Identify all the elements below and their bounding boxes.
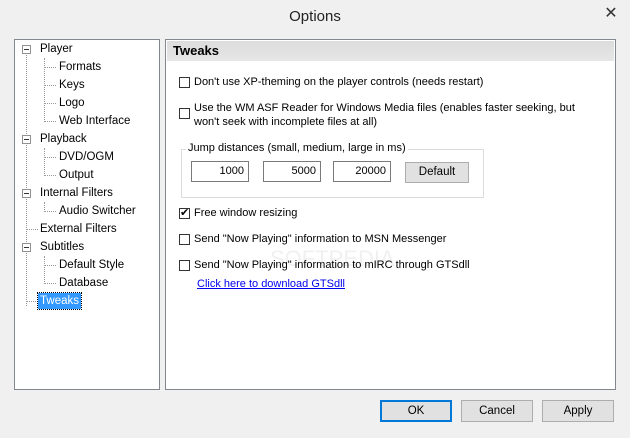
free-resize-checkbox[interactable] — [179, 206, 190, 219]
tree-line — [44, 211, 56, 212]
tree-line — [26, 229, 38, 230]
xp-theming-checkbox[interactable] — [179, 77, 190, 88]
collapse-icon[interactable] — [22, 243, 31, 252]
tree-line — [44, 67, 56, 68]
tree-item-database[interactable]: Database — [57, 275, 110, 291]
tree-line — [44, 85, 56, 86]
collapse-icon[interactable] — [22, 189, 31, 198]
tree-item-external-filters[interactable]: External Filters — [38, 221, 119, 237]
tree-line — [44, 283, 56, 284]
panel-title: Tweaks — [173, 43, 220, 58]
window-title: Options — [289, 8, 341, 25]
tree-line — [26, 50, 27, 306]
msn-checkbox[interactable] — [179, 234, 190, 245]
tree-line — [44, 175, 56, 176]
tree-line — [44, 265, 56, 266]
tree-line — [44, 121, 56, 122]
mirc-checkbox[interactable] — [179, 260, 190, 271]
wm-asf-label-line1[interactable]: Use the WM ASF Reader for Windows Media … — [194, 102, 575, 114]
tree-line — [44, 103, 56, 104]
collapse-icon[interactable] — [22, 135, 31, 144]
apply-button[interactable]: Apply — [542, 400, 614, 422]
jump-small-input[interactable]: 1000 — [191, 161, 249, 182]
tree-item-tweaks[interactable]: Tweaks — [37, 292, 82, 310]
tree-item-player[interactable]: Player — [38, 41, 75, 57]
collapse-icon[interactable] — [22, 45, 31, 54]
title-bar: Options ✕ — [0, 0, 630, 33]
tree-item-formats[interactable]: Formats — [57, 59, 103, 75]
wm-asf-label-line2[interactable]: won't seek with incomplete files at all) — [194, 116, 377, 128]
close-icon: ✕ — [604, 5, 618, 22]
tree-item-internal-filters[interactable]: Internal Filters — [38, 185, 115, 201]
download-gtsdll-link[interactable]: Click here to download GTSdll — [197, 278, 345, 290]
tree-item-audio-switcher[interactable]: Audio Switcher — [57, 203, 138, 219]
ok-button[interactable]: OK — [380, 400, 452, 422]
tree-item-subtitles[interactable]: Subtitles — [38, 239, 86, 255]
jump-distances-label: Jump distances (small, medium, large in … — [186, 142, 408, 154]
tree-line — [44, 256, 45, 284]
tree-item-default-style[interactable]: Default Style — [57, 257, 126, 273]
tree-item-dvd-ogm[interactable]: DVD/OGM — [57, 149, 116, 165]
panel-header: Tweaks — [167, 41, 614, 61]
options-tree[interactable]: Player Formats Keys Logo Web Interface P… — [14, 39, 160, 390]
jump-large-input[interactable]: 20000 — [333, 161, 391, 182]
jump-medium-input[interactable]: 5000 — [263, 161, 321, 182]
tree-item-web-interface[interactable]: Web Interface — [57, 113, 132, 129]
close-button[interactable]: ✕ — [600, 4, 622, 24]
tree-item-output[interactable]: Output — [57, 167, 96, 183]
default-button[interactable]: Default — [405, 162, 469, 183]
msn-label[interactable]: Send "Now Playing" information to MSN Me… — [194, 233, 446, 245]
wm-asf-checkbox[interactable] — [179, 108, 190, 119]
tree-item-logo[interactable]: Logo — [57, 95, 87, 111]
tree-line — [26, 301, 38, 302]
tree-item-playback[interactable]: Playback — [38, 131, 89, 147]
free-resize-label[interactable]: Free window resizing — [194, 207, 297, 219]
xp-theming-label[interactable]: Don't use XP-theming on the player contr… — [194, 76, 483, 88]
tree-line — [44, 148, 45, 176]
watermark: SOFTPEDIA — [270, 246, 395, 271]
tree-line — [44, 157, 56, 158]
cancel-button[interactable]: Cancel — [461, 400, 533, 422]
tree-item-keys[interactable]: Keys — [57, 77, 87, 93]
